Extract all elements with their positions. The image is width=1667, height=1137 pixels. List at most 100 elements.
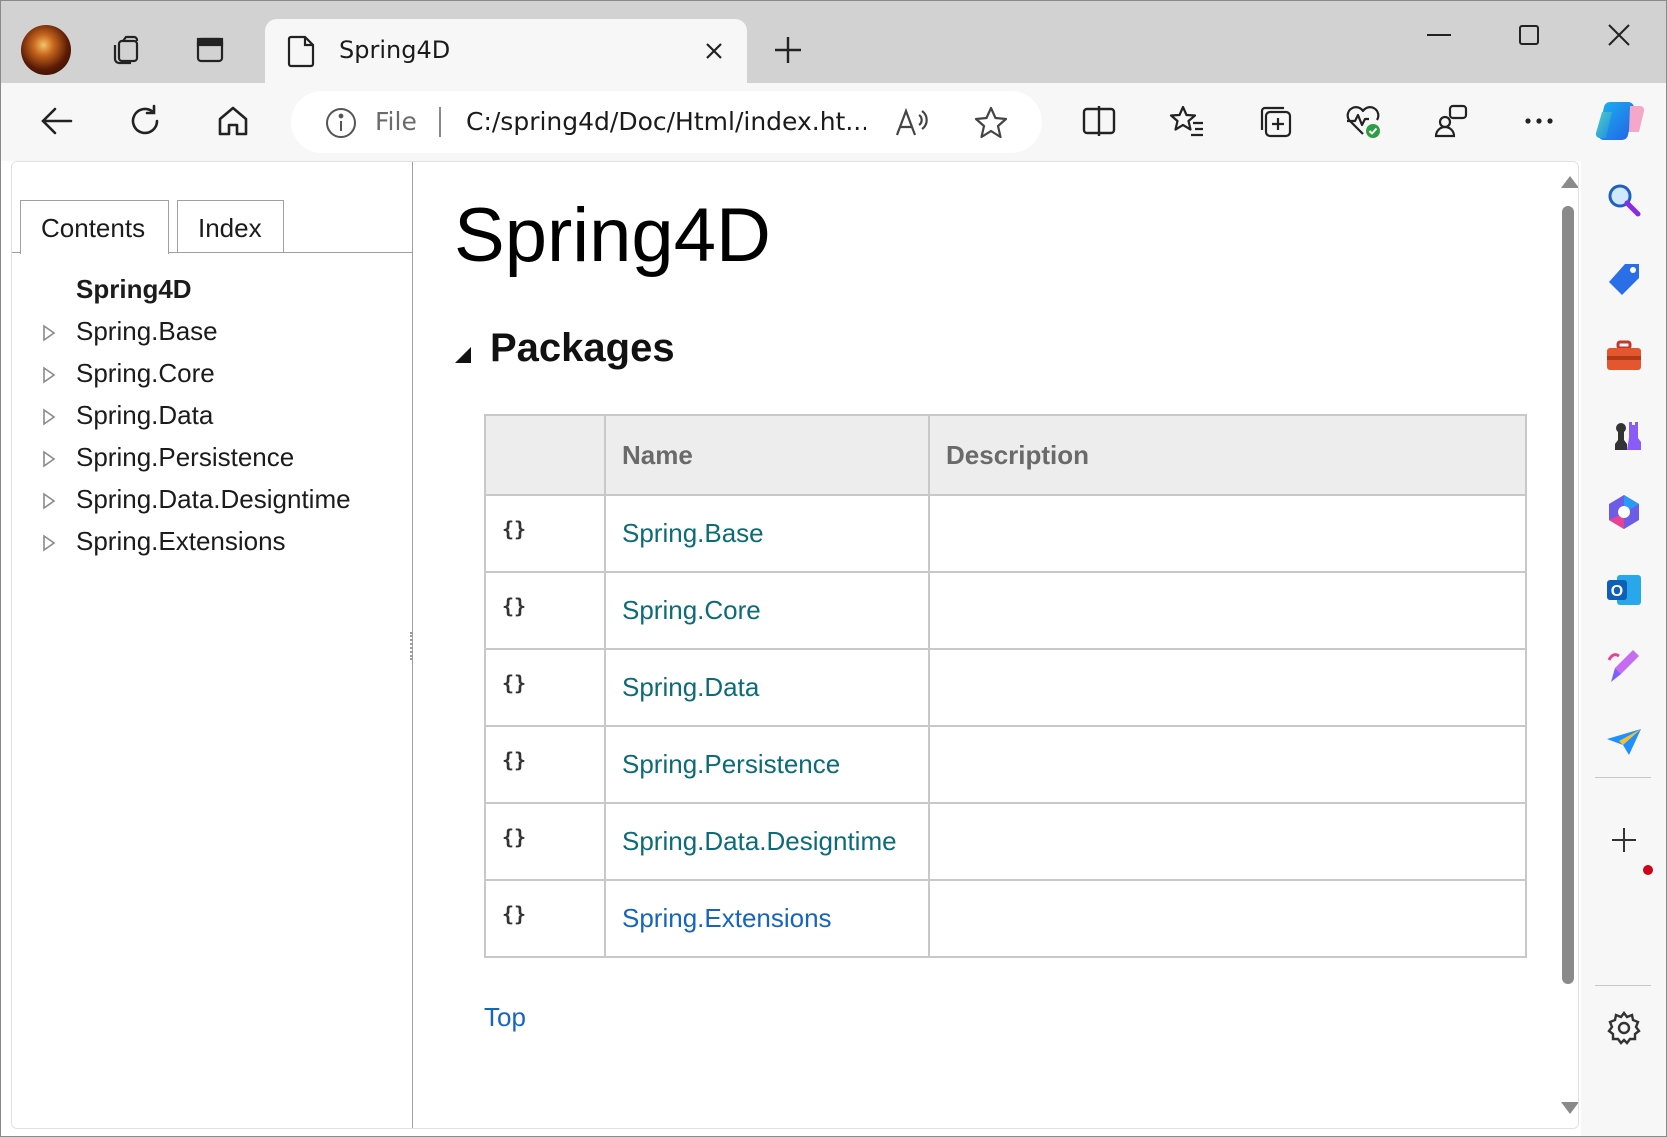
settings-icon[interactable] [1599,1003,1649,1053]
top-link[interactable]: Top [484,1002,526,1033]
add-icon[interactable] [1599,815,1649,865]
expand-arrow-icon[interactable] [42,534,56,552]
toc-item-spring-data-designtime[interactable]: Spring.Data.Designtime [12,482,412,522]
tab-index[interactable]: Index [177,200,284,252]
search-icon[interactable] [1599,175,1649,225]
document-pane: Spring4D Packages Name Description {} Sp… [414,162,1569,1128]
namespace-icon: {} [502,902,527,926]
collapse-triangle-icon[interactable] [454,346,472,364]
microsoft-365-icon[interactable] [1599,487,1649,537]
expand-arrow-icon[interactable] [42,492,56,510]
toc-item-spring-core[interactable]: Spring.Core [12,356,412,396]
scroll-thumb[interactable] [1562,206,1574,984]
namespace-icon: {} [502,748,527,772]
package-link[interactable]: Spring.Extensions [622,903,832,933]
namespace-icon: {} [502,594,527,618]
toc-pane: Contents Index Spring4D Spring.Base Spri… [12,162,413,1128]
refresh-icon[interactable] [119,95,171,147]
workspaces-icon[interactable] [103,27,149,73]
expand-arrow-icon[interactable] [42,324,56,342]
package-link[interactable]: Spring.Data [622,672,759,702]
collections-icon[interactable] [1249,95,1301,147]
tab-contents[interactable]: Contents [20,200,169,254]
toc-item-label: Spring4D [76,274,192,304]
new-tab-plus-icon[interactable] [765,27,811,73]
back-arrow-icon[interactable] [31,95,83,147]
address-divider [439,107,441,137]
outlook-icon[interactable]: O [1599,565,1649,615]
tab-spring4d[interactable]: Spring4D [265,19,747,83]
toc-item-label: Spring.Data [76,400,214,430]
copilot-icon[interactable] [1593,95,1647,149]
namespace-icon-cell: {} [484,879,606,958]
expand-arrow-icon[interactable] [42,450,56,468]
table-row: {} Spring.Persistence [484,725,1527,804]
drop-icon[interactable] [1599,717,1649,767]
close-window-icon[interactable] [1591,13,1647,57]
toc-item-label: Spring.Extensions [76,526,286,556]
info-icon[interactable] [325,107,357,139]
url-text[interactable]: C:/spring4d/Doc/Html/index.ht... [466,107,866,136]
star-icon[interactable] [971,103,1011,143]
home-icon[interactable] [207,95,259,147]
feedback-icon[interactable] [1425,95,1477,147]
profile-avatar-icon[interactable] [21,25,71,75]
name-cell: Spring.Core [604,571,930,650]
expand-arrow-icon[interactable] [42,366,56,384]
table-header-row: Name Description [484,414,1527,496]
vertical-tabs-icon[interactable] [187,27,233,73]
designer-icon[interactable] [1599,641,1649,691]
description-cell [928,802,1527,881]
tab-title: Spring4D [339,36,451,64]
scroll-up-arrow-icon[interactable] [1561,176,1578,188]
address-bar[interactable]: File C:/spring4d/Doc/Html/index.ht... [291,91,1042,153]
toc-tab-bar: Contents Index [12,162,412,254]
name-cell: Spring.Data [604,648,930,727]
read-aloud-icon[interactable] [891,103,931,143]
packages-table: Name Description {} Spring.Base {} Sprin… [484,414,1527,958]
vertical-scrollbar[interactable] [1557,162,1578,1128]
namespace-icon: {} [502,671,527,695]
name-cell: Spring.Extensions [604,879,930,958]
section-title[interactable]: Packages [490,326,675,371]
toc-item-spring-data[interactable]: Spring.Data [12,398,412,438]
minimize-icon[interactable] [1411,13,1467,57]
namespace-icon-cell: {} [484,571,606,650]
scheme-label: File [375,107,417,136]
games-icon[interactable] [1599,409,1649,459]
split-screen-icon[interactable] [1073,95,1125,147]
more-icon[interactable] [1513,95,1565,147]
toc-item-spring4d[interactable]: Spring4D [12,272,412,312]
toc-item-spring-base[interactable]: Spring.Base [12,314,412,354]
page-content: Contents Index Spring4D Spring.Base Spri… [11,161,1579,1129]
navigation-toolbar: File C:/spring4d/Doc/Html/index.ht... [1,83,1666,161]
package-link[interactable]: Spring.Base [622,518,764,548]
toc-item-spring-extensions[interactable]: Spring.Extensions [12,524,412,564]
tools-icon[interactable] [1599,331,1649,381]
package-link[interactable]: Spring.Core [622,595,761,625]
description-cell [928,879,1527,958]
table-row: {} Spring.Data.Designtime [484,802,1527,881]
table-row: {} Spring.Base [484,494,1527,573]
package-link[interactable]: Spring.Data.Designtime [622,826,897,856]
close-tab-icon[interactable] [698,35,730,67]
sidebar-divider [1595,777,1651,778]
toc-item-label: Spring.Base [76,316,218,346]
package-link[interactable]: Spring.Persistence [622,749,840,779]
name-cell: Spring.Persistence [604,725,930,804]
table-row: {} Spring.Data [484,648,1527,727]
maximize-icon[interactable] [1501,13,1557,57]
namespace-icon-cell: {} [484,648,606,727]
namespace-icon-cell: {} [484,725,606,804]
scroll-down-arrow-icon[interactable] [1561,1102,1578,1114]
namespace-icon: {} [502,517,527,541]
shopping-tag-icon[interactable] [1599,255,1649,305]
expand-arrow-icon[interactable] [42,408,56,426]
toc-item-spring-persistence[interactable]: Spring.Persistence [12,440,412,480]
svg-text:O: O [1611,583,1623,600]
favorites-icon[interactable] [1161,95,1213,147]
toc-item-label: Spring.Data.Designtime [76,484,351,514]
heart-pulse-icon[interactable] [1337,95,1389,147]
pane-splitter[interactable] [410,632,413,660]
name-cell: Spring.Base [604,494,930,573]
